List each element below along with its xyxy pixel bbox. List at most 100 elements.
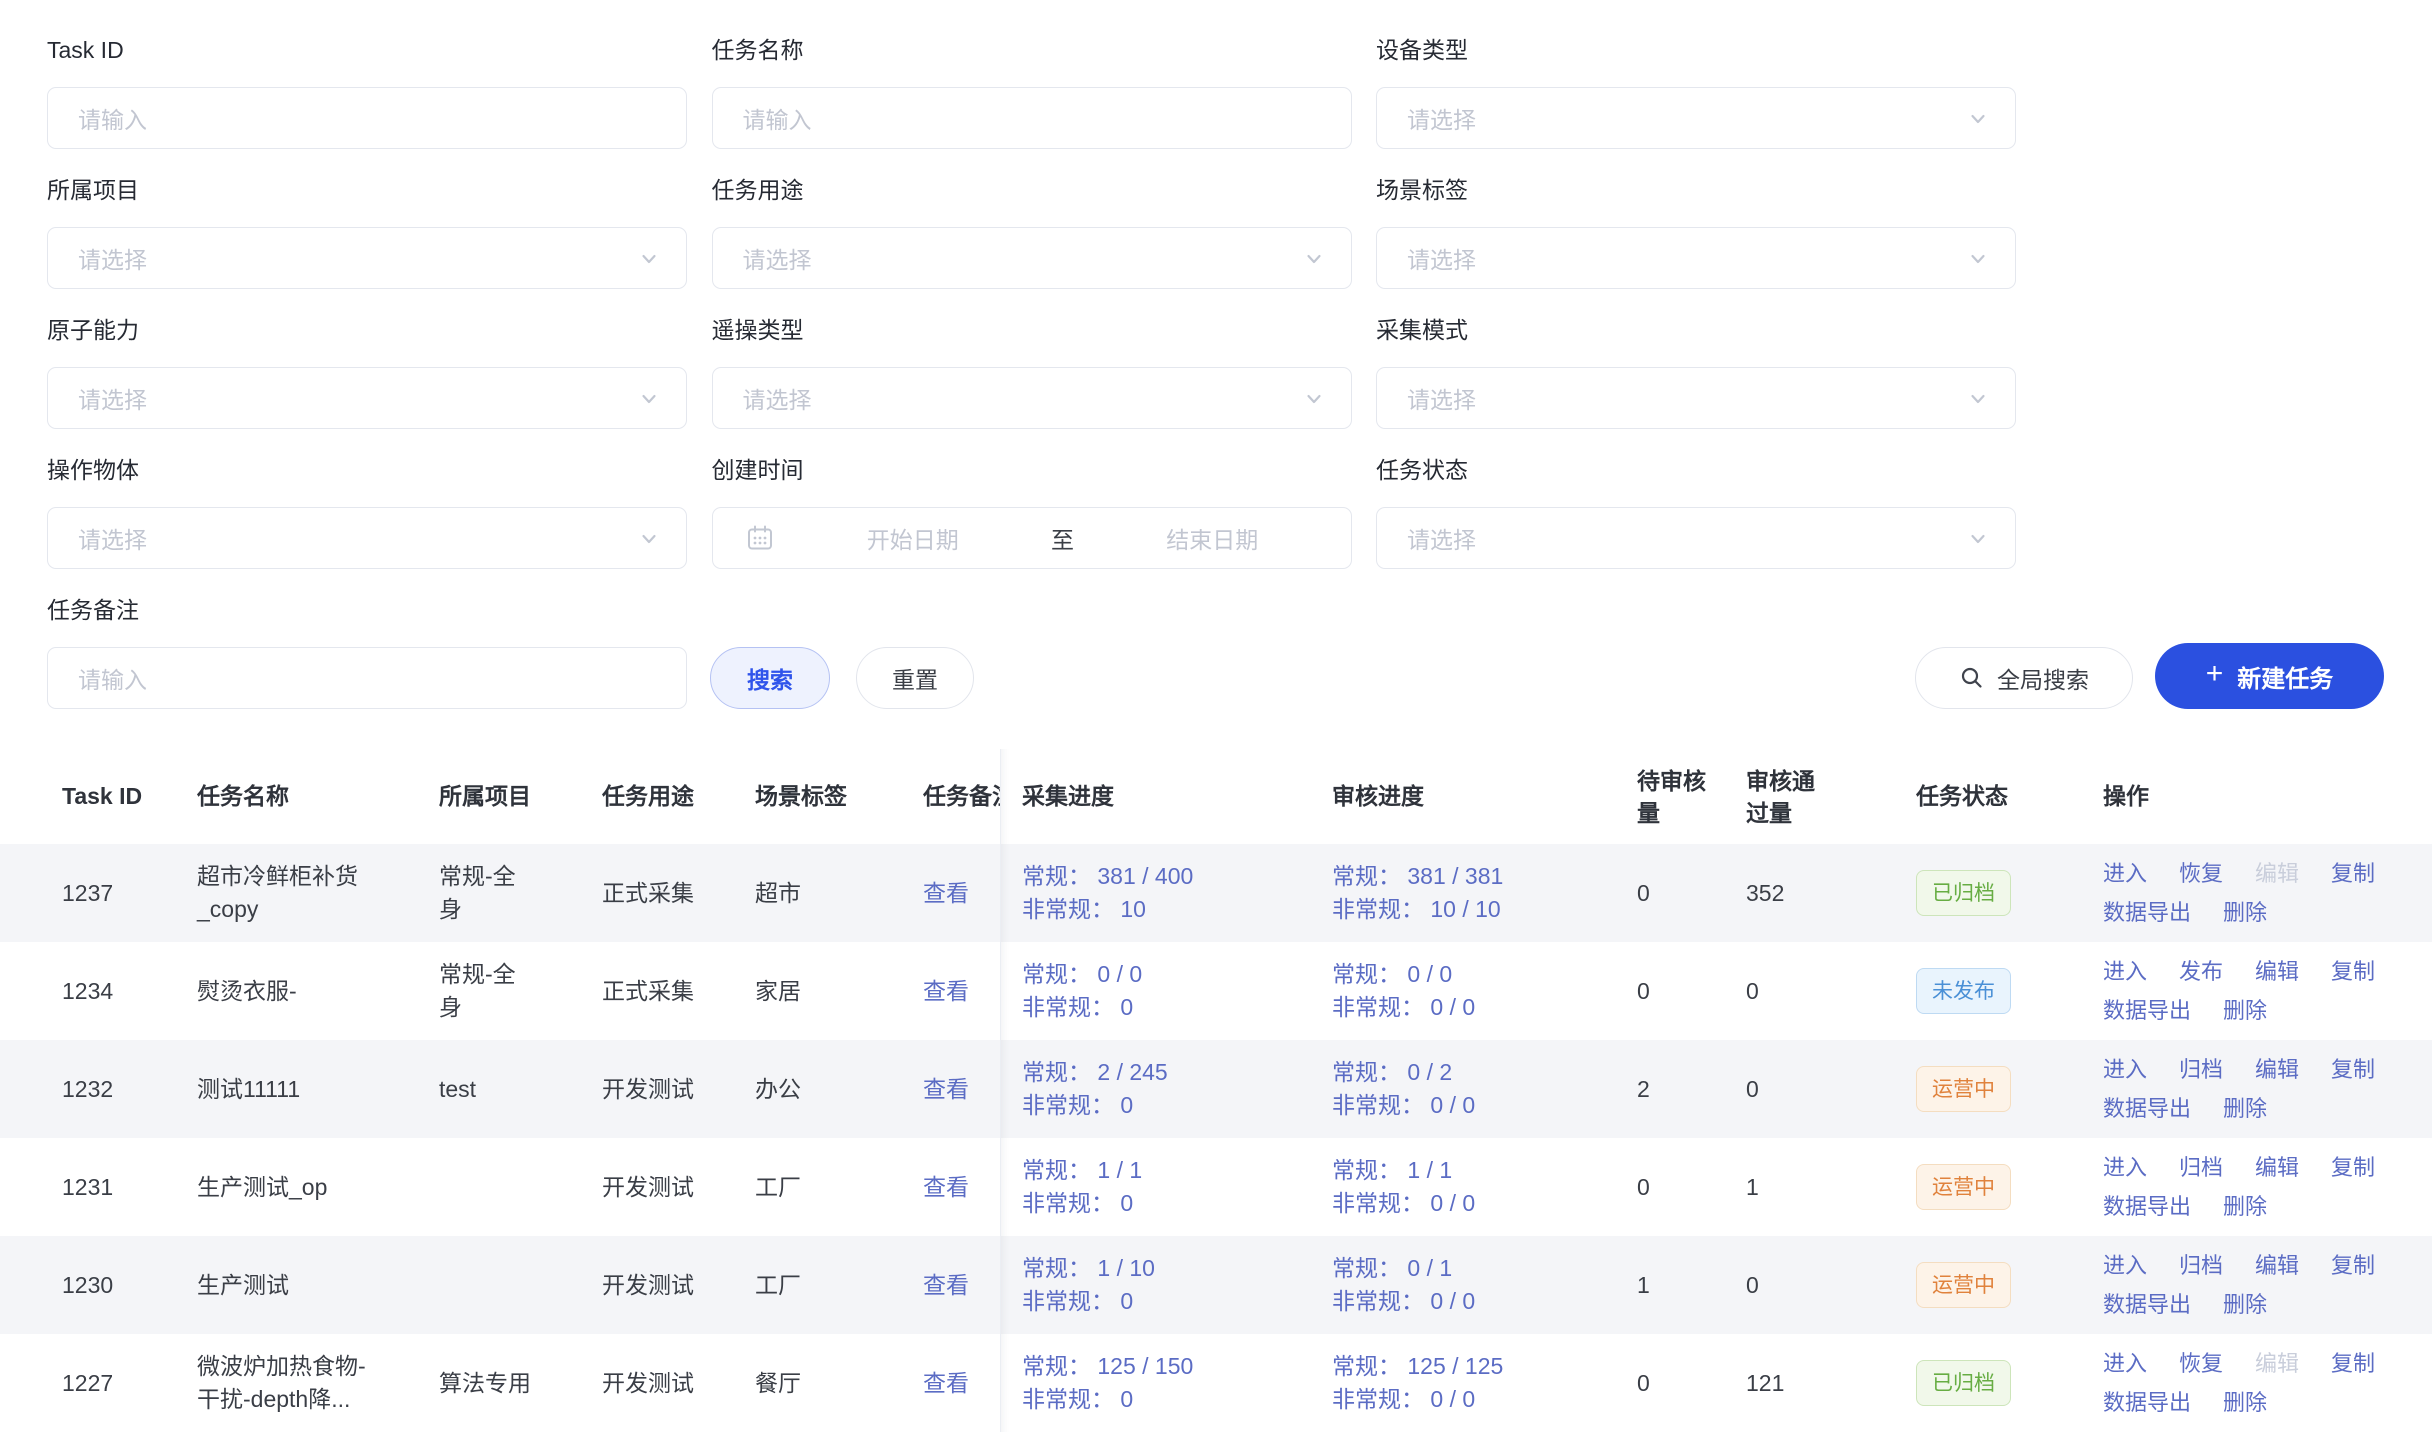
action-link-export[interactable]: 数据导出: [2103, 991, 2191, 1030]
view-remark-link[interactable]: 查看: [923, 1367, 969, 1400]
row-right: 常规： 1 / 1非常规： 0常规： 1 / 1非常规： 0 / 001运营中进…: [1000, 1138, 2432, 1236]
action-link-delete[interactable]: 删除: [2223, 1089, 2267, 1128]
action-link-restore[interactable]: 恢复: [2179, 1344, 2223, 1383]
cell-project: test: [439, 1040, 602, 1138]
cell-pending-count: 0: [1637, 1138, 1746, 1236]
reset-button[interactable]: 重置: [856, 647, 974, 709]
actions-line: 进入发布编辑复制: [2103, 952, 2375, 991]
operate-object-select[interactable]: 请选择: [47, 507, 687, 569]
table-header-right: 采集进度审核进度待审核量审核通过量任务状态操作: [1000, 749, 2432, 844]
status-badge: 已归档: [1916, 870, 2011, 916]
action-link-enter[interactable]: 进入: [2103, 952, 2147, 991]
filter-scene-tag: 场景标签请选择: [1376, 176, 2016, 289]
global-search-button[interactable]: 全局搜索: [1915, 647, 2133, 709]
action-link-copy[interactable]: 复制: [2331, 1148, 2375, 1187]
action-link-export[interactable]: 数据导出: [2103, 1187, 2191, 1226]
cell-scene-tag: 超市: [755, 844, 923, 942]
actions-line: 进入归档编辑复制: [2103, 1148, 2375, 1187]
cell-review-progress: 常规： 0 / 2非常规： 0 / 0: [1332, 1040, 1637, 1138]
action-link-edit[interactable]: 编辑: [2255, 1050, 2299, 1089]
header-cell: 操作: [2103, 749, 2432, 844]
placeholder-text: 请选择: [1407, 101, 1476, 135]
task-remark-input[interactable]: 请输入: [47, 647, 687, 709]
device-type-select[interactable]: 请选择: [1376, 87, 2016, 149]
new-task-button[interactable]: + 新建任务: [2155, 643, 2384, 709]
progress-line: 常规： 0 / 2: [1332, 1056, 1452, 1089]
row-left-fixed: 1237超市冷鲜柜补货_copy常规-全身正式采集超市查看: [0, 844, 1000, 942]
cell-scene-tag: 工厂: [755, 1236, 923, 1334]
search-button[interactable]: 搜索: [710, 647, 830, 709]
cell-actions: 进入恢复编辑复制数据导出删除: [2103, 844, 2432, 942]
action-link-delete[interactable]: 删除: [2223, 991, 2267, 1030]
create-time-picker[interactable]: 开始日期至结束日期: [712, 507, 1352, 569]
cell-actions: 进入发布编辑复制数据导出删除: [2103, 942, 2432, 1040]
action-link-archive[interactable]: 归档: [2179, 1148, 2223, 1187]
cell-scene-tag: 家居: [755, 942, 923, 1040]
cell-project: [439, 1236, 602, 1334]
task-purpose-select[interactable]: 请选择: [712, 227, 1352, 289]
view-remark-link[interactable]: 查看: [923, 1171, 969, 1204]
actions-line: 进入归档编辑复制: [2103, 1050, 2375, 1089]
action-link-copy[interactable]: 复制: [2331, 854, 2375, 893]
action-link-edit[interactable]: 编辑: [2255, 1246, 2299, 1285]
header-cell: 场景标签: [755, 749, 923, 844]
cell-review-progress: 常规： 125 / 125非常规： 0 / 0: [1332, 1334, 1637, 1432]
chevron-down-icon: [1303, 248, 1325, 275]
action-link-restore[interactable]: 恢复: [2179, 854, 2223, 893]
action-link-copy[interactable]: 复制: [2331, 952, 2375, 991]
cell-approved-count: 121: [1746, 1334, 1916, 1432]
teleop-type-select[interactable]: 请选择: [712, 367, 1352, 429]
header-cell: 审核通过量: [1746, 749, 1916, 844]
filter-operate-object: 操作物体请选择: [47, 456, 687, 569]
action-link-delete[interactable]: 删除: [2223, 1383, 2267, 1422]
action-link-enter[interactable]: 进入: [2103, 1344, 2147, 1383]
progress-line: 常规： 381 / 400: [1022, 860, 1193, 893]
action-link-enter[interactable]: 进入: [2103, 1246, 2147, 1285]
action-link-archive[interactable]: 归档: [2179, 1246, 2223, 1285]
collect-mode-select[interactable]: 请选择: [1376, 367, 2016, 429]
project-select[interactable]: 请选择: [47, 227, 687, 289]
action-link-delete[interactable]: 删除: [2223, 893, 2267, 932]
progress-line: 非常规： 0: [1022, 1089, 1133, 1122]
filter-form: Task ID请输入任务名称请输入设备类型请选择所属项目请选择任务用途请选择场景…: [47, 0, 2016, 569]
action-link-delete[interactable]: 删除: [2223, 1187, 2267, 1226]
action-link-edit[interactable]: 编辑: [2255, 1148, 2299, 1187]
view-remark-link[interactable]: 查看: [923, 1073, 969, 1106]
action-link-delete[interactable]: 删除: [2223, 1285, 2267, 1324]
view-remark-link[interactable]: 查看: [923, 975, 969, 1008]
filter-atomic-ability: 原子能力请选择: [47, 316, 687, 429]
view-remark-link[interactable]: 查看: [923, 1269, 969, 1302]
action-link-enter[interactable]: 进入: [2103, 1148, 2147, 1187]
task-status-select[interactable]: 请选择: [1376, 507, 2016, 569]
header-cell: 任务备注: [923, 749, 1000, 844]
cell-pending-count: 2: [1637, 1040, 1746, 1138]
scene-tag-select[interactable]: 请选择: [1376, 227, 2016, 289]
cell-collect-progress: 常规： 1 / 10非常规： 0: [1001, 1236, 1332, 1334]
action-link-copy[interactable]: 复制: [2331, 1050, 2375, 1089]
action-link-export[interactable]: 数据导出: [2103, 1285, 2191, 1324]
cell-review-progress: 常规： 0 / 1非常规： 0 / 0: [1332, 1236, 1637, 1334]
filter-label: Task ID: [47, 36, 687, 64]
action-link-publish[interactable]: 发布: [2179, 952, 2223, 991]
atomic-ability-select[interactable]: 请选择: [47, 367, 687, 429]
cell-approved-count: 0: [1746, 1040, 1916, 1138]
actions-line: 进入归档编辑复制: [2103, 1246, 2375, 1285]
action-link-copy[interactable]: 复制: [2331, 1344, 2375, 1383]
placeholder-text: 请输入: [743, 101, 812, 135]
task-name-input[interactable]: 请输入: [712, 87, 1352, 149]
cell-review-progress: 常规： 1 / 1非常规： 0 / 0: [1332, 1138, 1637, 1236]
action-link-export[interactable]: 数据导出: [2103, 893, 2191, 932]
action-link-copy[interactable]: 复制: [2331, 1246, 2375, 1285]
new-task-label: 新建任务: [2237, 659, 2333, 694]
task-id-input[interactable]: 请输入: [47, 87, 687, 149]
action-link-edit[interactable]: 编辑: [2255, 952, 2299, 991]
action-link-export[interactable]: 数据导出: [2103, 1089, 2191, 1128]
action-link-export[interactable]: 数据导出: [2103, 1383, 2191, 1422]
action-link-enter[interactable]: 进入: [2103, 854, 2147, 893]
action-link-enter[interactable]: 进入: [2103, 1050, 2147, 1089]
view-remark-link[interactable]: 查看: [923, 877, 969, 910]
table-header-row: Task ID任务名称所属项目任务用途场景标签任务备注采集进度审核进度待审核量审…: [0, 749, 2432, 844]
progress-line: 非常规： 0 / 0: [1332, 991, 1475, 1024]
action-link-archive[interactable]: 归档: [2179, 1050, 2223, 1089]
progress-line: 常规： 1 / 1: [1332, 1154, 1452, 1187]
